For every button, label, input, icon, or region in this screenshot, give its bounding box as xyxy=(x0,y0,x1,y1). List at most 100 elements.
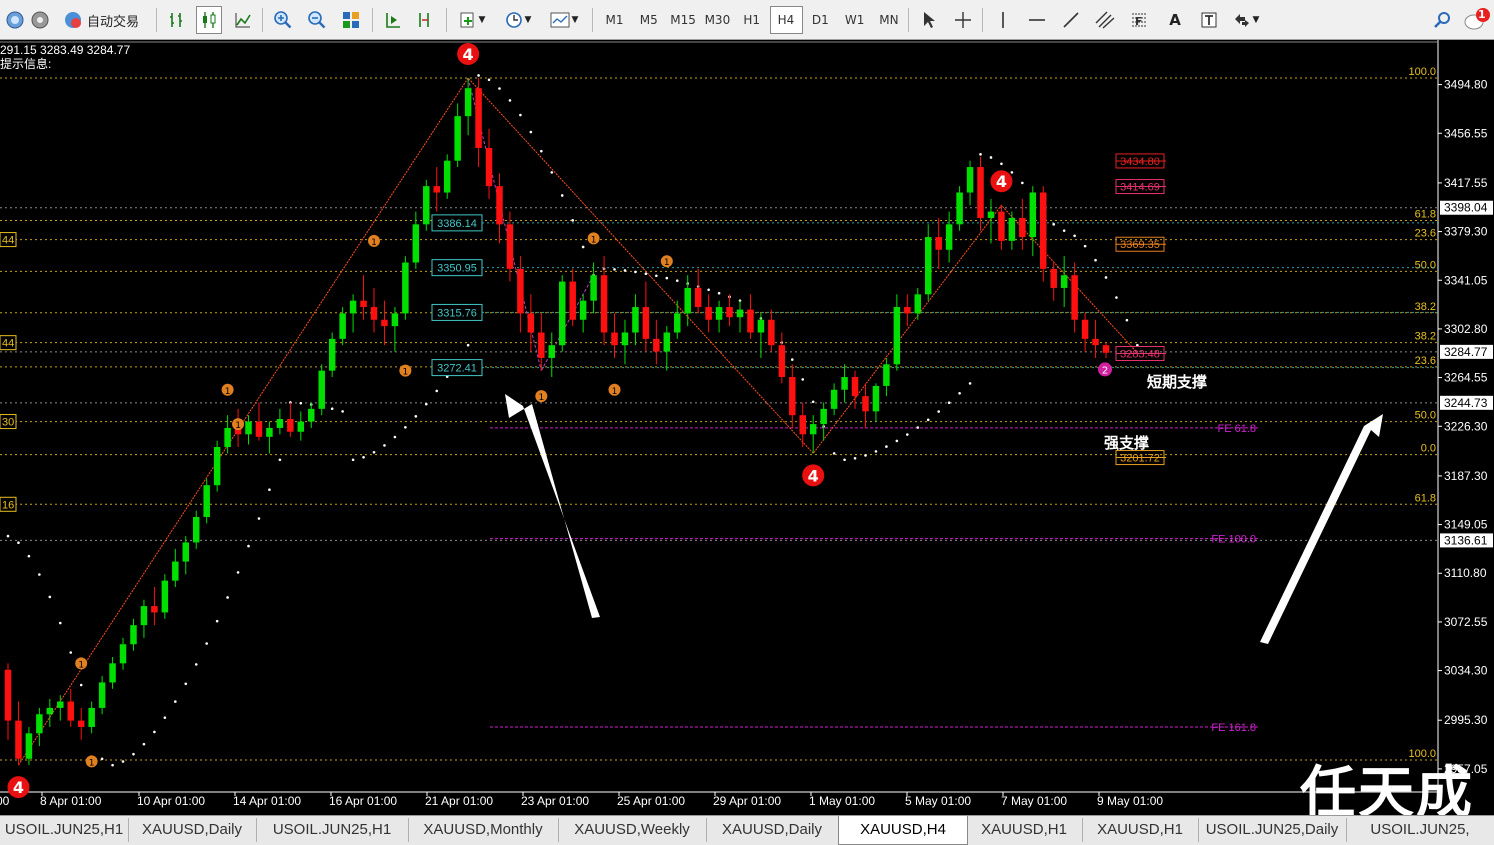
candle-body xyxy=(674,313,681,333)
candle-body xyxy=(15,720,22,759)
chart-tab[interactable]: USOIL.JUN25,H1 xyxy=(0,818,129,842)
candle-body xyxy=(862,396,869,412)
candle-body xyxy=(370,307,378,320)
horizontal-line-icon[interactable] xyxy=(1024,6,1050,34)
candle-body xyxy=(569,281,576,320)
candle-body xyxy=(789,377,796,416)
text-label-icon[interactable] xyxy=(1196,6,1222,34)
candle-body xyxy=(945,224,953,250)
chart-tab[interactable]: USOIL.JUN25, xyxy=(1346,818,1494,842)
chart-tab[interactable]: XAUUSD,Daily xyxy=(128,818,257,842)
chart-tab[interactable]: XAUUSD,Daily xyxy=(706,818,839,842)
toolbar-divider xyxy=(446,8,447,32)
chart-tab[interactable]: XAUUSD,H4 xyxy=(838,816,968,845)
candle-body xyxy=(339,313,346,339)
timeframe-m1-button[interactable]: M1 xyxy=(598,6,631,34)
timeframe-h4-button[interactable]: H4 xyxy=(769,6,803,34)
timeframe-m5-button[interactable]: M5 xyxy=(632,6,665,34)
level-box-label: 3272.41 xyxy=(437,363,477,375)
candle-body xyxy=(893,307,901,365)
equidistant-channel-icon[interactable] xyxy=(1092,6,1118,34)
zoom-in-icon[interactable] xyxy=(270,6,296,34)
search-icon[interactable] xyxy=(1430,6,1454,34)
periods-button[interactable]: ▼ xyxy=(500,6,536,34)
clock-icon xyxy=(505,12,522,28)
sar-dot xyxy=(540,149,543,153)
chevron-down-icon: ▼ xyxy=(571,15,579,25)
sar-dot xyxy=(383,444,386,447)
timeframe-m15-button[interactable]: M15 xyxy=(667,6,700,34)
chart-tab[interactable]: XAUUSD,H1 xyxy=(1082,818,1199,842)
arrows-button[interactable]: ▼ xyxy=(1228,6,1264,34)
target-label: 3283.48 xyxy=(1120,349,1160,361)
candle-body xyxy=(25,733,33,759)
price-tick-label: 3072.55 xyxy=(1444,615,1488,629)
candle-body xyxy=(621,332,629,346)
candle-body xyxy=(694,287,702,308)
crosshair-icon[interactable] xyxy=(950,6,976,34)
fib-level-label: 61.8 xyxy=(1415,492,1436,504)
notifications-button[interactable]: 1 xyxy=(1462,6,1492,34)
sar-dot xyxy=(466,343,470,347)
indicator-add-icon xyxy=(460,12,474,28)
sar-dot xyxy=(895,439,899,443)
chart-tab[interactable]: XAUUSD,Weekly xyxy=(558,818,707,842)
sar-dot xyxy=(174,700,177,703)
vertical-line-icon[interactable] xyxy=(990,6,1016,34)
wave-marker-label: 4 xyxy=(463,45,474,64)
wave-marker-label: 1 xyxy=(78,660,84,670)
timeframe-mn-button[interactable]: MN xyxy=(872,6,905,34)
auto-trade-button[interactable]: 自动交易 xyxy=(56,6,146,34)
timeframe-w1-button[interactable]: W1 xyxy=(838,6,871,34)
timeframe-m30-button[interactable]: M30 xyxy=(701,6,734,34)
time-tick-label: 8 Apr 01:00 xyxy=(40,794,102,808)
chart-tab[interactable]: USOIL.JUN25,Daily xyxy=(1198,818,1347,842)
fib-level-label: 100.0 xyxy=(1408,66,1436,78)
time-tick-label: 29 Apr 01:00 xyxy=(713,794,781,808)
wave-marker-label: 2 xyxy=(1102,365,1108,376)
fib-level-label: 38.2 xyxy=(1415,301,1436,313)
auto-scroll-icon[interactable] xyxy=(380,6,406,34)
timeframe-d1-button[interactable]: D1 xyxy=(804,6,837,34)
cursor-icon[interactable] xyxy=(916,6,942,34)
candle-body xyxy=(538,332,545,358)
sar-dot xyxy=(508,99,512,102)
templates-button[interactable]: ▼ xyxy=(546,6,582,34)
sar-dot xyxy=(1010,171,1014,174)
toolbar-divider xyxy=(908,8,909,32)
sar-dot xyxy=(790,358,794,361)
chevron-down-icon: ▼ xyxy=(1252,15,1260,25)
sar-dot xyxy=(675,279,679,282)
text-tool-button[interactable]: A xyxy=(1162,6,1188,34)
sar-dot xyxy=(121,760,125,763)
timeframe-h1-button[interactable]: H1 xyxy=(735,6,768,34)
sar-dot xyxy=(17,541,20,545)
svg-text:F: F xyxy=(1135,15,1143,28)
bar-chart-icon[interactable] xyxy=(164,6,190,34)
zoom-out-icon[interactable] xyxy=(304,6,330,34)
price-chart[interactable]: 100.0 61.8 23.6 50.0 38.2 38.2 23.6 50.0 0.0 61.8… xyxy=(0,40,1494,815)
sar-dot xyxy=(717,291,721,295)
fibonacci-icon[interactable]: F xyxy=(1126,6,1152,34)
indicators-button[interactable]: ▼ xyxy=(454,6,490,34)
price-tick-label: 3110.80 xyxy=(1444,566,1487,580)
candlestick-icon[interactable] xyxy=(196,6,222,34)
chart-tab[interactable]: XAUUSD,H1 xyxy=(966,818,1083,842)
candle-body xyxy=(883,364,890,386)
chart-tab[interactable]: XAUUSD,Monthly xyxy=(408,818,559,842)
sar-dot xyxy=(1094,258,1097,262)
market-watch-icon[interactable] xyxy=(29,6,51,34)
line-chart-icon[interactable] xyxy=(230,6,256,34)
candle-body xyxy=(36,714,43,734)
wave-marker-label: 4 xyxy=(996,172,1007,191)
template-icon xyxy=(550,12,570,28)
trendline-icon[interactable] xyxy=(1058,6,1084,34)
connect-icon[interactable] xyxy=(4,6,26,34)
chart-shift-icon[interactable] xyxy=(412,6,438,34)
candle-body xyxy=(443,160,451,193)
tile-windows-icon[interactable] xyxy=(338,6,364,34)
sar-dot xyxy=(268,488,271,492)
sar-dot xyxy=(299,401,303,405)
chart-tab[interactable]: USOIL.JUN25,H1 xyxy=(256,818,409,842)
sar-dot xyxy=(404,426,407,429)
